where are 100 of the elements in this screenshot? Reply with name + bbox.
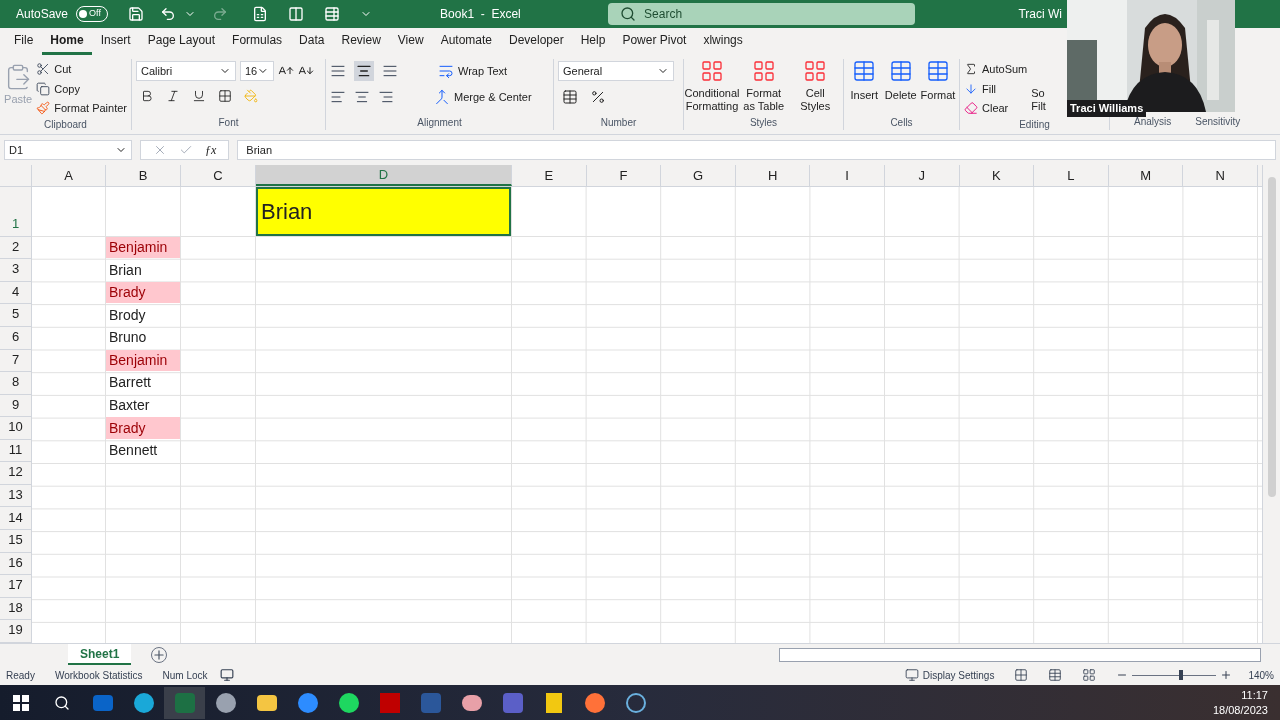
fill-button[interactable]: Fill	[964, 80, 1028, 97]
column-header[interactable]: L	[1034, 165, 1109, 186]
row-header[interactable]: 7	[0, 349, 32, 373]
column-header[interactable]: J	[884, 165, 960, 186]
row-header[interactable]: 14	[0, 507, 32, 531]
cells-button[interactable]: Delete	[884, 59, 917, 115]
ribbon-tab[interactable]: Formulas	[224, 31, 291, 55]
zoom-in-icon[interactable]	[1220, 669, 1233, 681]
row-header[interactable]: 15	[0, 530, 32, 553]
wrap-text-button[interactable]: Wrap Text	[438, 62, 508, 80]
monitor-icon[interactable]	[904, 668, 919, 682]
scissors-icon[interactable]	[36, 62, 51, 77]
row-header[interactable]: 1	[0, 187, 32, 237]
cut-button[interactable]: Cut	[36, 61, 127, 78]
vertical-scrollbar[interactable]	[1262, 165, 1280, 643]
active-cell[interactable]: Brian	[256, 187, 511, 236]
column-header[interactable]: E	[512, 165, 587, 186]
column-header[interactable]: M	[1108, 165, 1184, 186]
ribbon-tab[interactable]: Page Layout	[139, 31, 224, 55]
ribbon-tab[interactable]: Developer	[501, 31, 572, 55]
number-format-field[interactable]: General	[558, 61, 674, 81]
sigma-icon[interactable]	[964, 62, 978, 77]
underline-icon[interactable]	[192, 89, 206, 103]
clear-button[interactable]: Clear	[964, 100, 1028, 117]
align-middle-icon[interactable]	[354, 61, 374, 81]
row-header[interactable]: 4	[0, 281, 32, 305]
status-text[interactable]: Workbook Statistics	[54, 667, 143, 683]
search-input[interactable]: Search	[644, 5, 845, 23]
row-header[interactable]: 8	[0, 372, 32, 395]
page-layout-icon[interactable]	[1048, 668, 1063, 682]
page-break-icon[interactable]	[1082, 668, 1097, 682]
sort-label[interactable]: So	[1031, 87, 1046, 100]
autosum-button[interactable]: AutoSum	[964, 61, 1028, 78]
row-header[interactable]: 17	[0, 575, 32, 598]
font-size-field[interactable]: 16	[240, 61, 274, 81]
zoom-slider[interactable]	[1132, 670, 1217, 680]
ribbon-tab[interactable]: Home	[42, 31, 92, 55]
column-header[interactable]: F	[586, 165, 662, 186]
name-box[interactable]: D1	[4, 140, 132, 160]
ribbon-tab[interactable]: Review	[333, 31, 389, 55]
ribbon-tab[interactable]: Insert	[92, 31, 139, 55]
borders-icon[interactable]	[218, 89, 232, 103]
row-header[interactable]: 18	[0, 597, 32, 621]
horizontal-scrollbar[interactable]	[779, 647, 1262, 662]
ribbon-tab[interactable]: Power Pivot	[614, 31, 695, 55]
percent-icon[interactable]	[590, 89, 606, 105]
status-text[interactable]: Ready	[6, 667, 35, 683]
column-header[interactable]: K	[959, 165, 1035, 186]
ribbon-tab[interactable]: Data	[291, 31, 333, 55]
column-header[interactable]: G	[661, 165, 736, 186]
clock-time[interactable]: 11:17	[1241, 687, 1268, 703]
copy-icon[interactable]	[36, 81, 51, 96]
ribbon-tab[interactable]: Automate	[432, 31, 500, 55]
sheet-tab[interactable]: Sheet1	[68, 644, 132, 665]
fill-color-icon[interactable]	[244, 89, 258, 103]
copy-button[interactable]: Copy	[36, 80, 127, 97]
display-settings-button[interactable]: Display Settings	[904, 667, 995, 683]
formula-field[interactable]: Brian	[237, 140, 1276, 160]
row-header[interactable]: 19	[0, 620, 32, 643]
merge-center-button[interactable]: Merge & Center	[434, 89, 532, 106]
ribbon-tab[interactable]: View	[389, 31, 432, 55]
normal-view-icon[interactable]	[1014, 668, 1029, 682]
row-header[interactable]: 6	[0, 327, 32, 350]
zoom-level[interactable]: 140%	[1248, 667, 1274, 683]
row-header[interactable]: 11	[0, 439, 32, 463]
clock-date[interactable]: 18/08/2023	[1212, 702, 1268, 718]
font-name-field[interactable]: Calibri	[136, 61, 236, 81]
styles-button[interactable]: Format as Table	[740, 59, 788, 115]
cells-button[interactable]: Insert	[848, 59, 881, 115]
row-header[interactable]: 2	[0, 236, 32, 260]
row-header[interactable]: 13	[0, 484, 32, 508]
row-header[interactable]: 5	[0, 304, 32, 327]
italic-icon[interactable]	[166, 89, 180, 103]
format-painter-button[interactable]: Format Painter	[36, 100, 127, 117]
row-header[interactable]: 16	[0, 552, 32, 576]
status-text[interactable]: Num Lock	[162, 667, 208, 683]
row-header[interactable]: 10	[0, 417, 32, 440]
eraser-icon[interactable]	[964, 101, 978, 116]
bold-icon[interactable]	[140, 89, 154, 103]
cells-button[interactable]: Format	[921, 59, 955, 115]
styles-button[interactable]: Cell Styles	[791, 59, 839, 115]
column-header[interactable]: N	[1183, 165, 1258, 186]
search-field[interactable]: Search	[608, 3, 916, 25]
undo-icon[interactable]	[160, 6, 177, 22]
ribbon-tab[interactable]: File	[6, 31, 42, 55]
wrap-icon[interactable]	[438, 63, 454, 79]
insert-function-button[interactable]: ƒx	[205, 141, 217, 159]
brush-icon[interactable]	[36, 101, 51, 116]
user-name[interactable]: Traci Wi	[1018, 5, 1062, 23]
merge-icon[interactable]	[434, 89, 450, 106]
align-bottom-icon[interactable]	[382, 63, 398, 79]
sheet-icon[interactable]	[252, 6, 269, 22]
column-header[interactable]: I	[810, 165, 885, 186]
row-header[interactable]: 3	[0, 259, 32, 282]
column-header[interactable]: A	[32, 165, 106, 186]
column-header[interactable]: H	[735, 165, 811, 186]
ribbon-tab[interactable]: xlwings	[695, 31, 751, 55]
row-header[interactable]: 9	[0, 394, 32, 418]
columns-icon[interactable]	[288, 6, 305, 22]
zoom-thumb[interactable]	[1178, 670, 1183, 680]
